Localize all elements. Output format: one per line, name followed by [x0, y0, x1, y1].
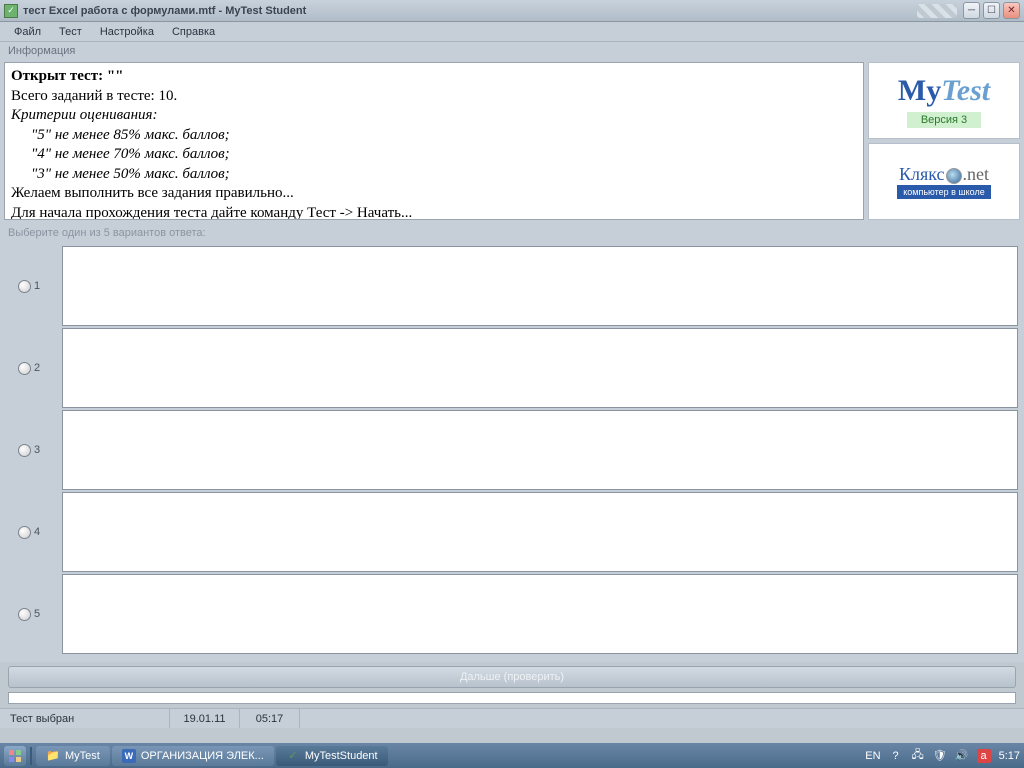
info-crit-4: "4" не менее 70% макс. баллов; — [11, 145, 857, 165]
info-crit-3: "3" не менее 50% макс. баллов; — [11, 165, 857, 185]
taskbar-item-mytest-folder[interactable]: 📁MyTest — [36, 746, 110, 766]
answer-row-4: 4 — [6, 492, 1018, 572]
next-button[interactable]: Дальше (проверить) — [8, 666, 1016, 688]
menu-help[interactable]: Справка — [164, 24, 223, 40]
check-icon: ✓ — [286, 749, 300, 763]
info-wish: Желаем выполнить все задания правильно..… — [11, 184, 857, 204]
status-spacer — [300, 709, 1024, 728]
tray-agent-icon[interactable]: a — [977, 749, 991, 763]
radio-1[interactable] — [18, 280, 31, 293]
tray-shield-icon[interactable]: 🛡 — [933, 749, 947, 763]
info-panel: Открыт тест: "" Всего заданий в тесте: 1… — [0, 60, 1024, 222]
info-crit-5: "5" не менее 85% макс. баллов; — [11, 126, 857, 146]
answer-num-1: 1 — [34, 280, 40, 292]
answer-box-2[interactable] — [62, 328, 1018, 408]
answer-num-2: 2 — [34, 362, 40, 374]
menu-file[interactable]: Файл — [6, 24, 49, 40]
taskbar-item-myteststudent[interactable]: ✓MyTestStudent — [276, 746, 388, 766]
answer-num-5: 5 — [34, 608, 40, 620]
info-criteria-header: Критерии оценивания: — [11, 106, 857, 126]
klyakso-sub: компьютер в школе — [897, 185, 990, 199]
answer-row-5: 5 — [6, 574, 1018, 654]
radio-5[interactable] — [18, 608, 31, 621]
titlebar-decoration — [917, 4, 957, 18]
radio-2[interactable] — [18, 362, 31, 375]
answer-box-4[interactable] — [62, 492, 1018, 572]
status-test-selected: Тест выбран — [0, 709, 170, 728]
start-button[interactable] — [4, 746, 26, 766]
menu-settings[interactable]: Настройка — [92, 24, 162, 40]
info-open-test-label: Открыт тест: — [11, 68, 107, 84]
close-button[interactable] — [1003, 2, 1020, 19]
answer-row-2: 2 — [6, 328, 1018, 408]
folder-icon: 📁 — [46, 749, 60, 763]
radio-4[interactable] — [18, 526, 31, 539]
mytest-version: Версия 3 — [907, 112, 981, 128]
mytest-logo-box: MyTest Версия 3 — [868, 62, 1020, 139]
answer-box-3[interactable] — [62, 410, 1018, 490]
app-icon — [4, 4, 18, 18]
tray-lang[interactable]: EN — [865, 750, 880, 762]
mytest-logo: MyTest — [898, 74, 990, 108]
choose-answer-label: Выберите один из 5 вариантов ответа: — [0, 222, 1024, 244]
answer-box-1[interactable] — [62, 246, 1018, 326]
answers-area: 1 2 3 4 5 — [0, 244, 1024, 662]
windows-icon — [8, 749, 22, 763]
tray-clock[interactable]: 5:17 — [999, 750, 1020, 762]
status-date: 19.01.11 — [170, 709, 240, 728]
answer-row-3: 3 — [6, 410, 1018, 490]
info-start-hint: Для начала прохождения теста дайте коман… — [11, 204, 857, 221]
maximize-button[interactable] — [983, 2, 1000, 19]
tray-network-icon[interactable]: 🖧 — [911, 749, 925, 763]
klyakso-logo: Клякс.net — [899, 164, 989, 185]
taskbar-item-word-doc[interactable]: WОРГАНИЗАЦИЯ ЭЛЕК... — [112, 746, 274, 766]
tray-help-icon[interactable]: ? — [889, 749, 903, 763]
radio-3[interactable] — [18, 444, 31, 457]
menu-test[interactable]: Тест — [51, 24, 90, 40]
taskbar: 📁MyTest WОРГАНИЗАЦИЯ ЭЛЕК... ✓MyTestStud… — [0, 743, 1024, 768]
word-icon: W — [122, 749, 136, 763]
info-text-area: Открыт тест: "" Всего заданий в тесте: 1… — [4, 62, 864, 220]
info-total: Всего заданий в тесте: 10. — [11, 87, 857, 107]
globe-icon — [946, 168, 962, 184]
logo-column: MyTest Версия 3 Клякс.net компьютер в шк… — [868, 62, 1020, 220]
info-section-label: Информация — [0, 42, 1024, 60]
answer-num-4: 4 — [34, 526, 40, 538]
info-test-name: "" — [107, 68, 124, 84]
system-tray: EN ? 🖧 🛡 🔊 a 5:17 — [865, 749, 1020, 763]
tray-volume-icon[interactable]: 🔊 — [955, 749, 969, 763]
taskbar-divider — [30, 747, 32, 765]
statusbar: Тест выбран 19.01.11 05:17 — [0, 708, 1024, 728]
titlebar: тест Excel работа с формулами.mtf - MyTe… — [0, 0, 1024, 22]
answer-row-1: 1 — [6, 246, 1018, 326]
progress-bar — [8, 692, 1016, 704]
answer-num-3: 3 — [34, 444, 40, 456]
menubar: Файл Тест Настройка Справка — [0, 22, 1024, 42]
minimize-button[interactable] — [963, 2, 980, 19]
klyakso-logo-box: Клякс.net компьютер в школе — [868, 143, 1020, 220]
answer-box-5[interactable] — [62, 574, 1018, 654]
status-time: 05:17 — [240, 709, 300, 728]
window-title: тест Excel работа с формулами.mtf - MyTe… — [23, 5, 917, 17]
